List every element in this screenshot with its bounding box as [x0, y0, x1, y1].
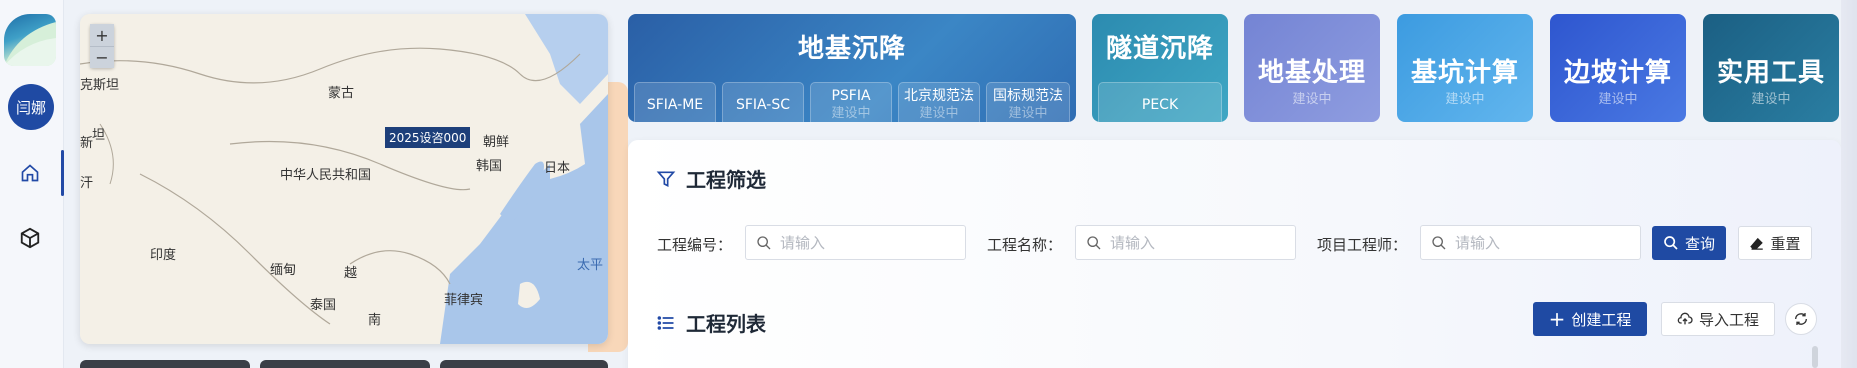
- module-treatment[interactable]: 地基处理 建设中: [1244, 14, 1380, 122]
- module-slope[interactable]: 边坡计算 建设中: [1550, 14, 1686, 122]
- map-label: 越: [344, 266, 358, 281]
- project-name-input[interactable]: [1110, 233, 1260, 252]
- app-window: 闫娜 + − 克斯坦 蒙古 坦 新 汗 中华人民共和国 朝鲜 韩国 日本 印度 …: [0, 0, 1857, 368]
- project-map[interactable]: + − 克斯坦 蒙古 坦 新 汗 中华人民共和国 朝鲜 韩国 日本 印度 缅甸 …: [80, 14, 608, 344]
- module-status: 建设中: [1751, 92, 1791, 107]
- scrollbar-thumb[interactable]: [1812, 346, 1818, 368]
- list-header: 工程列表: [656, 308, 766, 337]
- thumbnail[interactable]: [80, 360, 250, 368]
- module-tunnel[interactable]: 隧道沉降 PECK: [1092, 14, 1228, 122]
- import-project-button[interactable]: 导入工程: [1661, 302, 1775, 336]
- map-label: 缅甸: [270, 263, 297, 278]
- module-settlement[interactable]: 地基沉降 SFIA-ME SFIA-SC PSFIA 建设中 北京规范法 建设中 国…: [628, 14, 1076, 122]
- project-number-input[interactable]: [780, 233, 930, 252]
- sub-module-peck[interactable]: PECK: [1098, 82, 1222, 122]
- cloud-upload-icon: [1677, 312, 1693, 325]
- map-label: 太平: [577, 258, 604, 273]
- filter-icon: [656, 171, 676, 187]
- sub-module-beijing[interactable]: 北京规范法 建设中: [898, 82, 980, 122]
- map-label: 中华人民共和国: [280, 168, 372, 183]
- map-label: 蒙古: [328, 86, 355, 101]
- map-label: 新: [80, 136, 94, 151]
- module-title: 边坡计算: [1563, 58, 1672, 88]
- engineer-label: 项目工程师：: [1317, 236, 1408, 254]
- list-icon: [657, 315, 674, 330]
- active-indicator: [61, 150, 64, 196]
- eraser-icon: [1750, 237, 1764, 250]
- map-label: 汗: [80, 176, 94, 191]
- search-icon: [1664, 236, 1678, 250]
- module-title: 隧道沉降: [1105, 34, 1214, 64]
- module-status: 建设中: [1598, 92, 1638, 107]
- zoom-in-button[interactable]: +: [90, 24, 114, 46]
- module-title: 基坑计算: [1410, 58, 1519, 88]
- project-name-field[interactable]: [1075, 225, 1296, 260]
- cube-icon[interactable]: [14, 222, 46, 254]
- module-tools[interactable]: 实用工具 建设中: [1703, 14, 1839, 122]
- sub-module-national[interactable]: 国标规范法 建设中: [986, 82, 1070, 122]
- reset-button[interactable]: 重置: [1738, 226, 1812, 260]
- search-icon: [1432, 235, 1446, 249]
- module-title: 实用工具: [1716, 58, 1825, 88]
- map-label: 菲律宾: [444, 293, 484, 308]
- refresh-button[interactable]: [1785, 303, 1817, 335]
- project-marker[interactable]: 2025设咨000: [385, 127, 471, 148]
- search-icon: [1087, 235, 1101, 249]
- zoom-out-button[interactable]: −: [90, 46, 114, 68]
- thumbnail[interactable]: [440, 360, 608, 368]
- module-status: 建设中: [1292, 92, 1332, 107]
- map-label: 坦: [92, 128, 106, 143]
- reset-label: 重置: [1770, 234, 1801, 253]
- thumbnail[interactable]: [260, 360, 430, 368]
- module-pit[interactable]: 基坑计算 建设中: [1397, 14, 1533, 122]
- project-number-field[interactable]: [745, 225, 966, 260]
- sub-module-psfia[interactable]: PSFIA 建设中: [810, 82, 892, 122]
- engineer-field[interactable]: [1420, 225, 1641, 260]
- home-icon[interactable]: [14, 157, 46, 189]
- app-logo: [4, 14, 56, 66]
- plus-icon: +: [1548, 307, 1566, 331]
- module-status: 建设中: [1445, 92, 1485, 107]
- sub-module-sfia-sc[interactable]: SFIA-SC: [722, 82, 804, 122]
- window-edge: [1841, 0, 1857, 368]
- map-label: 朝鲜: [483, 135, 510, 150]
- list-title: 工程列表: [686, 312, 766, 336]
- left-sidebar: 闫娜: [0, 0, 64, 368]
- create-project-button[interactable]: + 创建工程: [1533, 302, 1647, 336]
- map-label: 泰国: [310, 298, 337, 313]
- import-label: 导入工程: [1698, 310, 1759, 329]
- project-number-label: 工程编号：: [657, 236, 733, 254]
- filter-title: 工程筛选: [686, 168, 766, 192]
- map-label: 韩国: [476, 159, 503, 174]
- engineer-input[interactable]: [1455, 233, 1605, 252]
- filter-header: 工程筛选: [656, 164, 766, 193]
- map-label: 克斯坦: [80, 78, 120, 93]
- map-label: 印度: [150, 248, 177, 263]
- refresh-icon: [1795, 313, 1807, 325]
- create-label: 创建工程: [1571, 310, 1632, 329]
- module-title: 地基处理: [1257, 58, 1366, 88]
- zoom-control: + −: [90, 24, 114, 68]
- module-title: 地基沉降: [797, 34, 906, 64]
- search-icon: [757, 235, 771, 249]
- user-avatar[interactable]: 闫娜: [8, 84, 54, 130]
- sub-module-sfia-me[interactable]: SFIA-ME: [634, 82, 716, 122]
- project-name-label: 工程名称：: [987, 236, 1063, 254]
- map-label: 日本: [544, 161, 571, 176]
- map-label: 南: [368, 313, 382, 328]
- query-label: 查询: [1684, 234, 1715, 253]
- query-button[interactable]: 查询: [1652, 226, 1726, 260]
